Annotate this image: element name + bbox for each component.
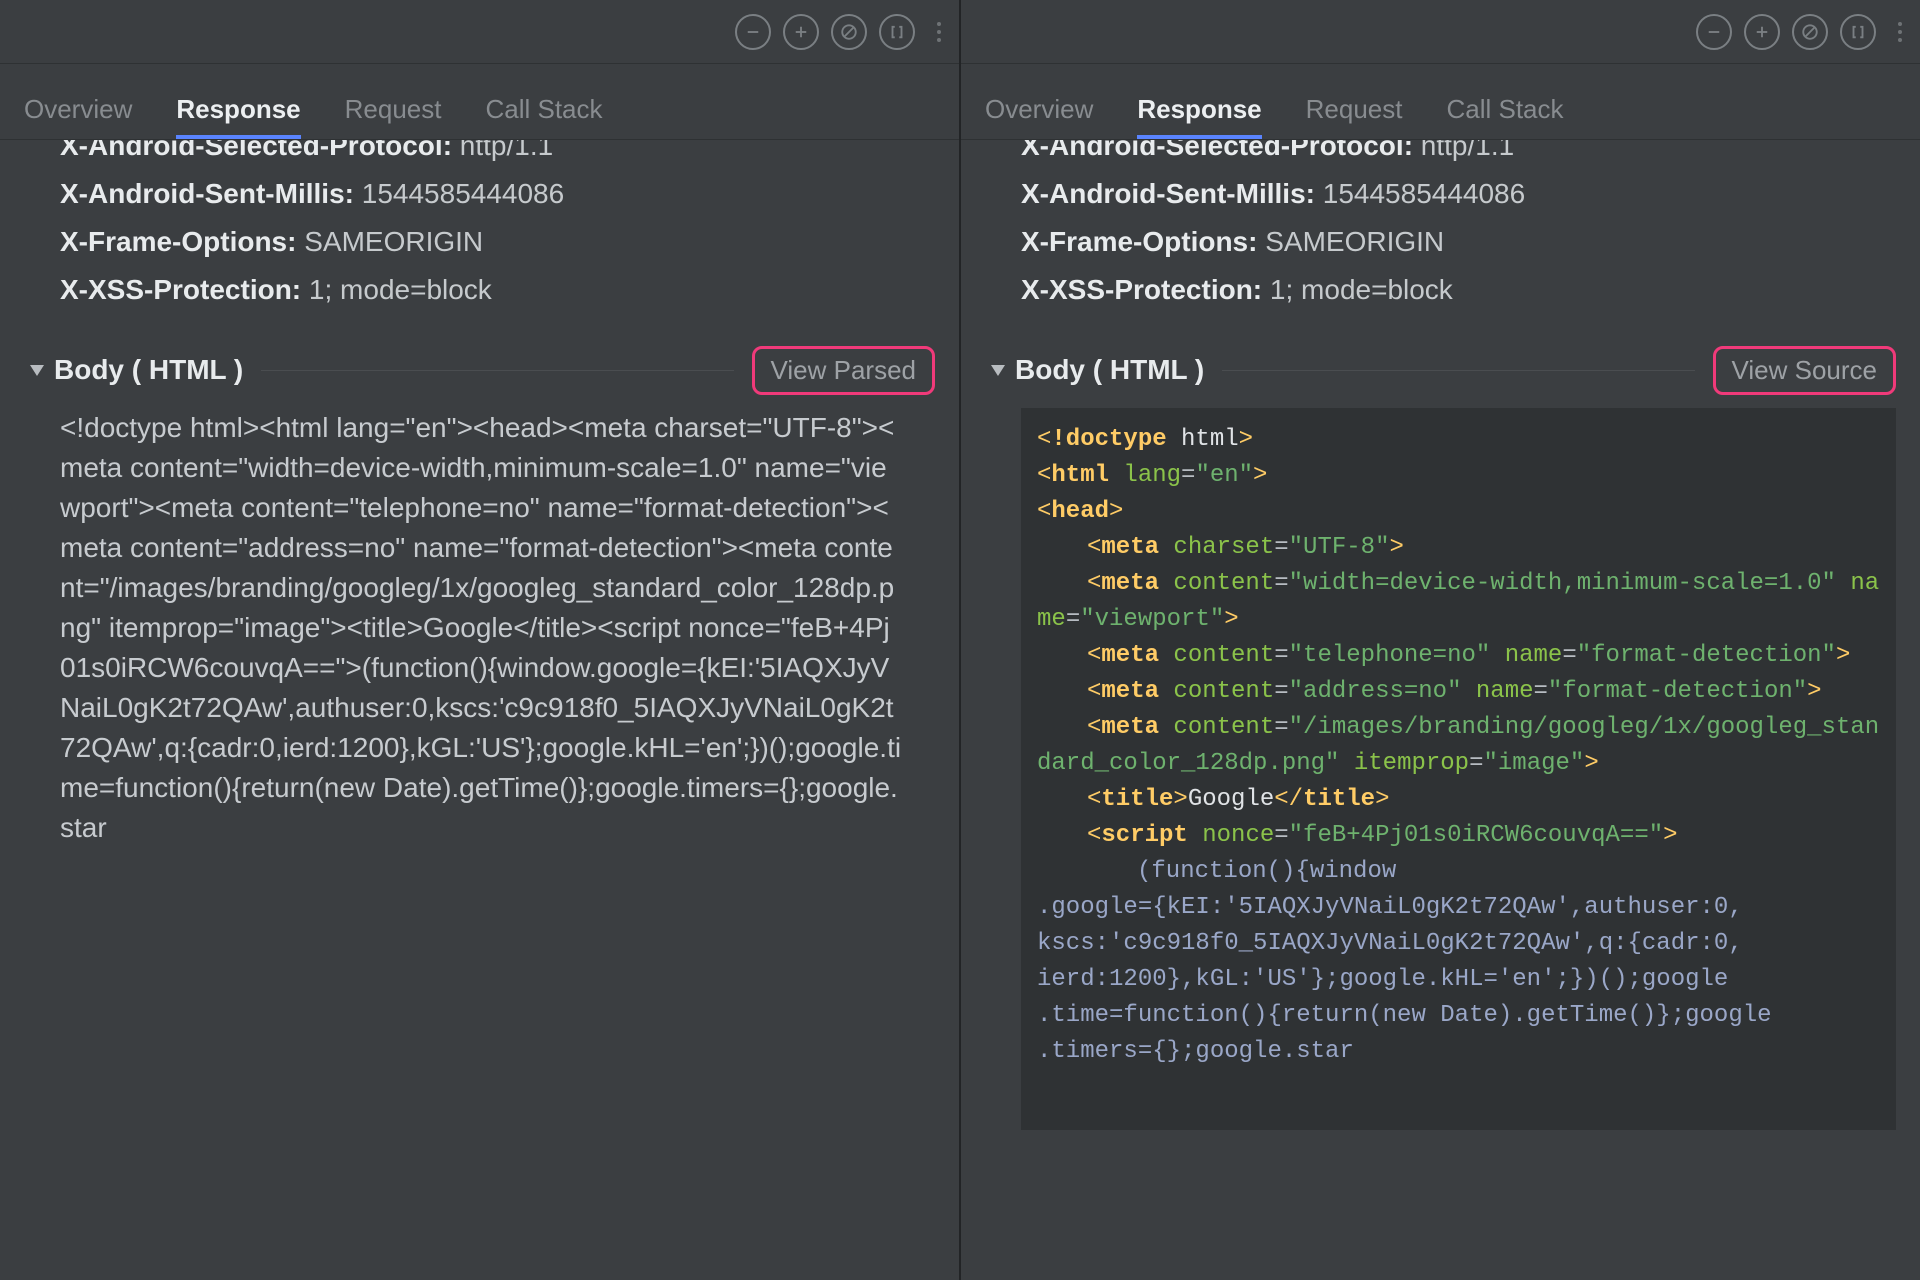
toolbar [0, 0, 959, 64]
minus-icon[interactable] [1696, 14, 1732, 50]
code-line: <html lang="en"> [1037, 458, 1880, 494]
body-section-header[interactable]: Body ( HTML ) View Parsed [24, 350, 935, 390]
response-headers: X-Android-Selected-Protocol: http/1.1X-A… [1021, 140, 1896, 314]
code-line: .timers={};google.star [1037, 1034, 1880, 1070]
right-panel: Overview Response Request Call Stack X-A… [959, 0, 1920, 1280]
header-row: X-XSS-Protection: 1; mode=block [60, 266, 935, 314]
body-section-header[interactable]: Body ( HTML ) View Source [985, 350, 1896, 390]
tabs: Overview Response Request Call Stack [0, 64, 959, 140]
view-source-button[interactable]: View Source [1713, 346, 1897, 395]
chevron-down-icon [30, 365, 44, 376]
response-headers: X-Android-Selected-Protocol: http/1.1X-A… [60, 140, 935, 314]
tab-response[interactable]: Response [1137, 94, 1261, 139]
body-parsed-html: <!doctype html><html lang="en"><head><me… [1021, 408, 1896, 1130]
code-line: (function(){window [1037, 854, 1880, 890]
tab-call-stack[interactable]: Call Stack [485, 94, 602, 139]
brackets-icon[interactable] [879, 14, 915, 50]
code-line: kscs:'c9c918f0_5IAQXJyVNaiL0gK2t72QAw',q… [1037, 926, 1880, 962]
plus-icon[interactable] [1744, 14, 1780, 50]
more-icon[interactable] [1892, 22, 1908, 42]
minus-icon[interactable] [735, 14, 771, 50]
code-line: <meta charset="UTF-8"> [1037, 530, 1880, 566]
code-line: <meta content="telephone=no" name="forma… [1037, 638, 1880, 674]
view-parsed-button[interactable]: View Parsed [752, 346, 936, 395]
header-row: X-Frame-Options: SAMEORIGIN [1021, 218, 1896, 266]
chevron-down-icon [991, 365, 1005, 376]
tab-request[interactable]: Request [345, 94, 442, 139]
body-section-title: Body ( HTML ) [54, 354, 243, 386]
code-line: <script nonce="feB+4Pj01s0iRCW6couvqA=="… [1037, 818, 1880, 854]
tab-request[interactable]: Request [1306, 94, 1403, 139]
code-line: <meta content="width=device-width,minimu… [1037, 566, 1880, 638]
body-raw-source: <!doctype html><html lang="en"><head><me… [60, 408, 935, 848]
brackets-icon[interactable] [1840, 14, 1876, 50]
header-row: X-Android-Selected-Protocol: http/1.1 [60, 140, 935, 170]
left-panel: Overview Response Request Call Stack X-A… [0, 0, 959, 1280]
plus-icon[interactable] [783, 14, 819, 50]
code-line: <meta content="/images/branding/googleg/… [1037, 710, 1880, 782]
disable-icon[interactable] [831, 14, 867, 50]
disable-icon[interactable] [1792, 14, 1828, 50]
code-line: ierd:1200},kGL:'US'};google.kHL='en';})(… [1037, 962, 1880, 998]
code-line: .time=function(){return(new Date).getTim… [1037, 998, 1880, 1034]
code-line: <meta content="address=no" name="format-… [1037, 674, 1880, 710]
tabs: Overview Response Request Call Stack [961, 64, 1920, 140]
tab-response[interactable]: Response [176, 94, 300, 139]
header-row: X-Android-Selected-Protocol: http/1.1 [1021, 140, 1896, 170]
header-row: X-Frame-Options: SAMEORIGIN [60, 218, 935, 266]
toolbar [961, 0, 1920, 64]
tab-call-stack[interactable]: Call Stack [1446, 94, 1563, 139]
code-line: <!doctype html> [1037, 422, 1880, 458]
tab-overview[interactable]: Overview [985, 94, 1093, 139]
code-line: .google={kEI:'5IAQXJyVNaiL0gK2t72QAw',au… [1037, 890, 1880, 926]
more-icon[interactable] [931, 22, 947, 42]
header-row: X-Android-Sent-Millis: 1544585444086 [1021, 170, 1896, 218]
code-line: <head> [1037, 494, 1880, 530]
header-row: X-XSS-Protection: 1; mode=block [1021, 266, 1896, 314]
code-line: <title>Google</title> [1037, 782, 1880, 818]
tab-overview[interactable]: Overview [24, 94, 132, 139]
header-row: X-Android-Sent-Millis: 1544585444086 [60, 170, 935, 218]
body-section-title: Body ( HTML ) [1015, 354, 1204, 386]
